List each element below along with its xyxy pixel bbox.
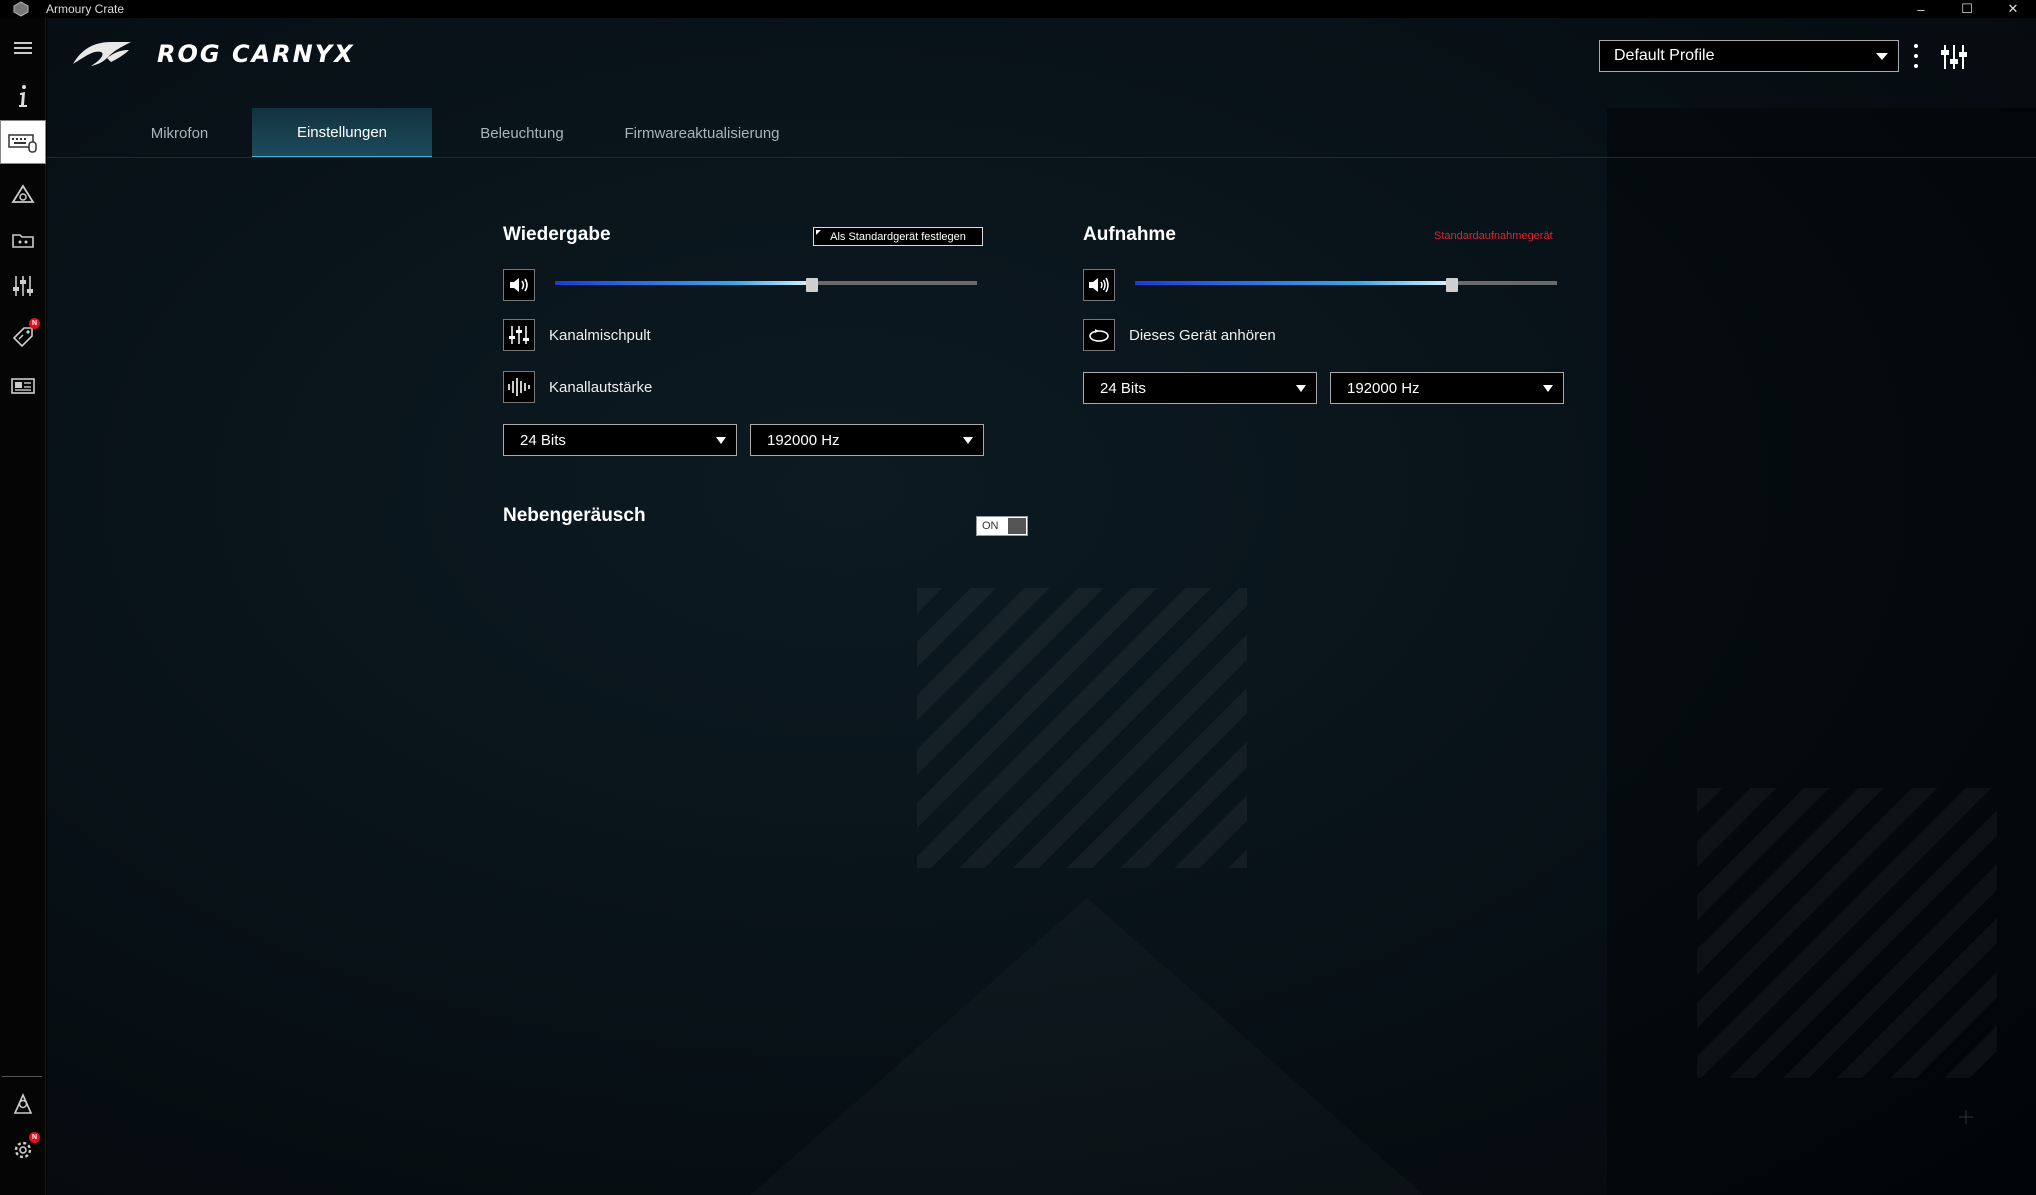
crosshair-icon	[1959, 1110, 1973, 1124]
playback-title: Wiedergabe	[503, 224, 611, 245]
info-icon[interactable]	[0, 74, 46, 118]
recording-sample-rate-value: 192000 Hz	[1347, 379, 1420, 397]
recording-volume-fill	[1135, 281, 1452, 285]
notification-badge: N	[29, 1132, 40, 1143]
recording-volume-slider[interactable]	[1135, 278, 1557, 292]
playback-speaker-icon[interactable]	[503, 269, 535, 301]
sidebar-divider	[2, 1076, 42, 1077]
sidetone-toggle-state: ON	[982, 520, 999, 532]
chevron-down-icon	[963, 437, 973, 444]
product-name: ROG CARNYX	[157, 40, 355, 68]
tab-beleuchtung[interactable]: Beleuchtung	[432, 108, 612, 158]
background-stripes	[1697, 788, 1997, 1078]
minimize-button[interactable]: –	[1898, 0, 1944, 18]
title-bar: Armoury Crate – ☐ ✕	[0, 0, 2036, 18]
playback-volume-fill	[555, 281, 813, 285]
recording-speaker-icon[interactable]	[1083, 269, 1115, 301]
chevron-down-icon	[1876, 53, 1888, 60]
default-recording-device-notice: Standardaufnahmegerät	[1434, 230, 1553, 242]
deals-tag-icon[interactable]: N	[0, 314, 46, 358]
chevron-down-icon	[1543, 385, 1553, 392]
aura-sync-icon[interactable]	[0, 172, 46, 216]
equalizer-icon[interactable]	[1939, 42, 1969, 72]
recording-volume-thumb[interactable]	[1445, 278, 1458, 292]
channel-mixer-label[interactable]: Kanalmischpult	[549, 327, 651, 344]
audio-mixer-icon[interactable]	[0, 264, 46, 308]
playback-volume-slider[interactable]	[555, 278, 977, 292]
toggle-knob	[1008, 518, 1026, 534]
playback-bit-depth-select[interactable]: 24 Bits	[503, 424, 737, 456]
channel-volume-icon[interactable]	[503, 371, 535, 403]
settings-icon[interactable]: N	[0, 1128, 46, 1172]
game-library-icon[interactable]	[0, 218, 46, 262]
chevron-down-icon	[1296, 385, 1306, 392]
close-button[interactable]: ✕	[1990, 0, 2036, 18]
tab-mikrofon[interactable]: Mikrofon	[107, 108, 252, 158]
playback-bit-depth-value: 24 Bits	[520, 431, 566, 449]
keyboard-mouse-icon[interactable]	[0, 120, 46, 164]
profile-dropdown[interactable]: Default Profile	[1599, 40, 1899, 72]
sidetone-toggle[interactable]: ON	[976, 516, 1028, 536]
tab-firmwareaktualisierung[interactable]: Firmwareaktualisierung	[612, 108, 792, 158]
main-content: ROG CARNYX Default Profile Mikrofon Eins…	[47, 18, 2036, 1195]
channel-volume-label[interactable]: Kanallautstärke	[549, 379, 652, 396]
menu-icon[interactable]	[0, 26, 46, 70]
channel-mixer-icon[interactable]	[503, 319, 535, 351]
recording-sample-rate-select[interactable]: 192000 Hz	[1330, 372, 1564, 404]
product-header: ROG CARNYX	[71, 38, 355, 70]
recording-title: Aufnahme	[1083, 224, 1176, 245]
playback-sample-rate-select[interactable]: 192000 Hz	[750, 424, 984, 456]
news-icon[interactable]	[0, 364, 46, 408]
tab-bar: Mikrofon Einstellungen Beleuchtung Firmw…	[107, 108, 792, 158]
armoury-crate-logo-icon	[10, 0, 32, 18]
profile-value: Default Profile	[1614, 47, 1715, 64]
sidebar: N N	[0, 18, 46, 1195]
background-triangle	[747, 898, 1427, 1195]
rog-logo-icon	[73, 42, 131, 66]
more-options-icon[interactable]	[1909, 44, 1923, 68]
playback-sample-rate-value: 192000 Hz	[767, 431, 840, 449]
user-center-icon[interactable]	[0, 1082, 46, 1126]
tab-einstellungen[interactable]: Einstellungen	[252, 108, 432, 158]
background-stripes	[917, 588, 1247, 868]
maximize-button[interactable]: ☐	[1944, 0, 1990, 18]
tab-divider	[47, 157, 2036, 158]
set-default-device-button[interactable]: Als Standardgerät festlegen	[813, 227, 983, 246]
chevron-down-icon	[716, 437, 726, 444]
recording-bit-depth-value: 24 Bits	[1100, 379, 1146, 397]
sidetone-title: Nebengeräusch	[503, 505, 646, 526]
window-title: Armoury Crate	[46, 2, 125, 16]
listen-loop-icon[interactable]	[1083, 319, 1115, 351]
recording-bit-depth-select[interactable]: 24 Bits	[1083, 372, 1317, 404]
notification-badge: N	[29, 318, 40, 329]
playback-volume-thumb[interactable]	[806, 278, 819, 292]
listen-device-label[interactable]: Dieses Gerät anhören	[1129, 327, 1276, 344]
